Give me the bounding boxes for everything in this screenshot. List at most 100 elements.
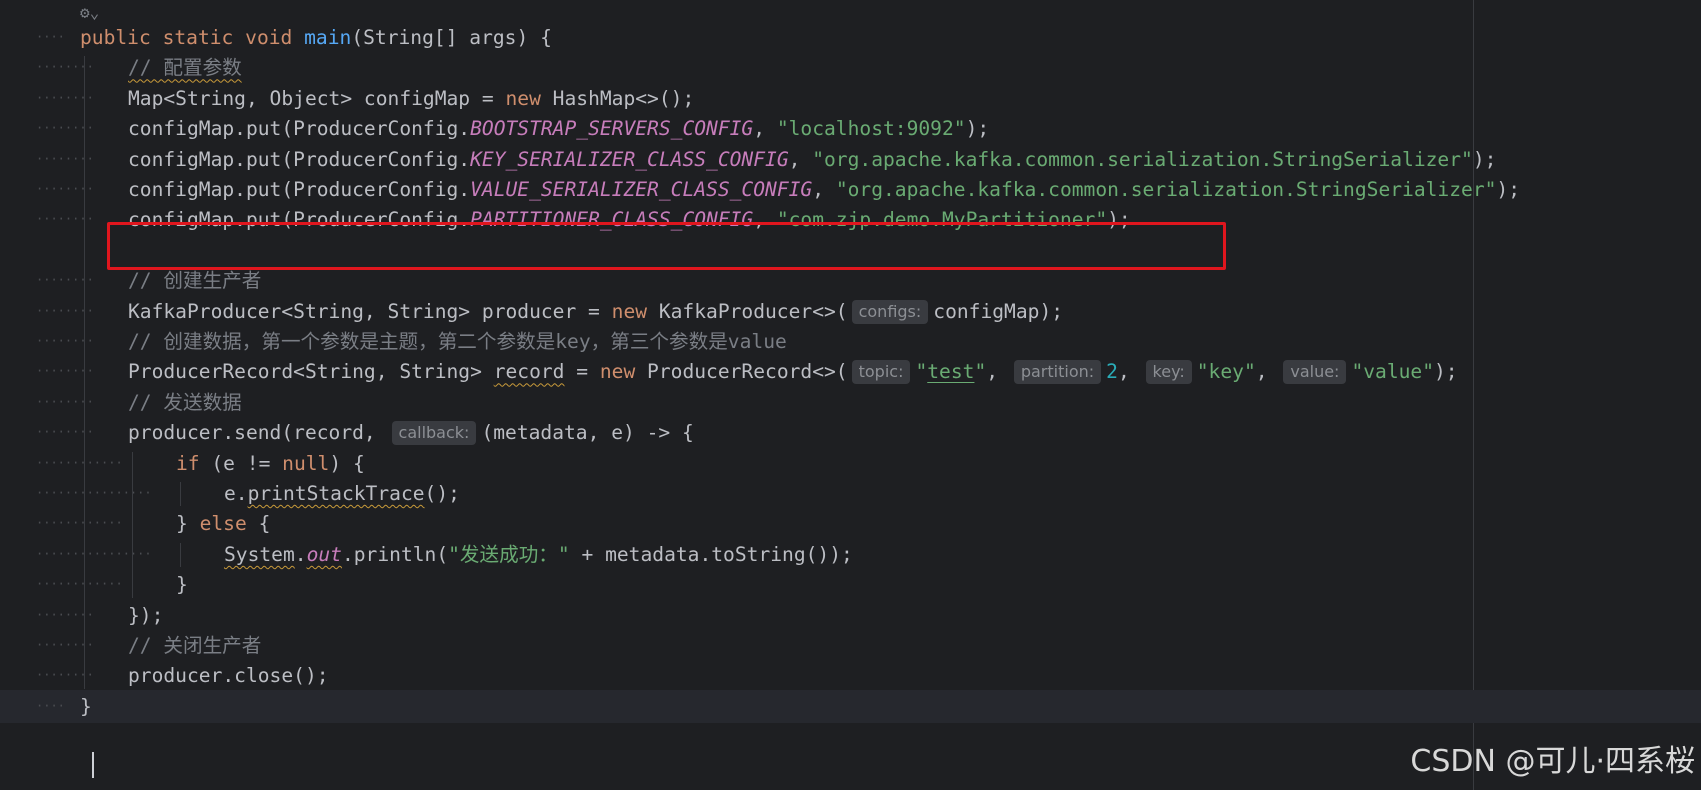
code-token: configMap);	[933, 299, 1064, 323]
code-token: "localhost:9092"	[776, 117, 966, 141]
code-token: // 配置参数	[128, 56, 242, 80]
code-token: else	[199, 512, 247, 536]
code-editor[interactable]: ⚙⌄ ···· public static void main(String[] …	[0, 0, 1701, 790]
parameter-hint: partition:	[1013, 360, 1102, 385]
indent-whitespace-dots: ········	[36, 364, 94, 379]
indent-whitespace-dots: ············	[36, 516, 123, 531]
code-token: configMap.put(ProducerConfig.	[128, 117, 471, 141]
watermark: CSDN @可儿·四系桜	[1410, 744, 1695, 779]
code-line[interactable]: ···· public static void main(String[] arg…	[0, 21, 1701, 54]
code-token: KafkaProducer<>(	[647, 299, 848, 323]
code-text: });	[128, 599, 163, 632]
code-line[interactable]: ········ producer.send(record, callback:(…	[0, 416, 1701, 449]
code-token: 2	[1106, 360, 1118, 384]
code-token: KafkaProducer<String, String> producer =	[128, 299, 612, 323]
code-token: HashMap<>();	[540, 86, 695, 110]
code-text: // 发送数据	[128, 386, 242, 419]
code-token: static	[162, 26, 234, 49]
code-token: // 发送数据	[128, 390, 242, 414]
indent-guide	[180, 482, 181, 507]
code-token: new	[599, 360, 636, 384]
code-text: if (e != null) {	[176, 447, 365, 480]
indent-guide	[180, 542, 181, 568]
code-text: configMap.put(ProducerConfig.BOOTSTRAP_S…	[128, 112, 989, 145]
indent-whitespace-dots: ········	[36, 638, 94, 652]
parameter-hint: topic:	[851, 360, 911, 385]
code-token: (e !=	[199, 451, 283, 475]
code-token: ,	[1255, 360, 1280, 384]
code-token: "	[974, 360, 987, 384]
indent-whitespace-dots: ····	[36, 30, 65, 44]
indent-whitespace-dots: ········	[36, 394, 94, 409]
code-line[interactable]: ················ System.out.println("发送成功…	[0, 538, 1701, 571]
code-text: }	[176, 568, 188, 601]
indent-guide	[132, 451, 133, 598]
code-line[interactable]: ················ e.printStackTrace();	[0, 477, 1701, 510]
code-line[interactable]: ········ producer.close();	[0, 659, 1701, 692]
indent-whitespace-dots: ········	[36, 425, 94, 440]
code-text: producer.send(record, callback: (metadata…	[128, 416, 694, 449]
code-token: (String[] args) {	[351, 26, 552, 49]
code-line[interactable]: ········ configMap.put(ProducerConfig.VAL…	[0, 173, 1701, 206]
code-token: .	[294, 542, 307, 566]
text-caret	[92, 752, 94, 778]
code-line[interactable]: ········ // 创建数据，第一个参数是主题，第二个参数是key，第三个参数…	[0, 325, 1701, 358]
code-token: }	[176, 512, 200, 536]
parameter-hint: value:	[1283, 360, 1347, 385]
indent-whitespace-dots: ················	[36, 546, 152, 561]
code-token: out	[306, 542, 342, 566]
code-line[interactable]: ········ ProducerRecord<String, String> r…	[0, 355, 1701, 388]
code-text: }	[80, 690, 92, 723]
code-token: void	[245, 26, 293, 49]
code-line[interactable]: ········ KafkaProducer<String, String> pr…	[0, 295, 1701, 328]
code-token: if	[176, 451, 200, 475]
code-line[interactable]: ········ configMap.put(ProducerConfig.BOO…	[0, 112, 1701, 145]
code-token: "org.apache.kafka.common.serialization.S…	[835, 178, 1497, 201]
code-text: configMap.put(ProducerConfig.VALUE_SERIA…	[128, 173, 1520, 206]
code-token: configMap.put(ProducerConfig.	[128, 178, 471, 201]
code-text: KafkaProducer<String, String> producer =…	[128, 295, 1063, 328]
code-line[interactable]: ········});	[0, 599, 1701, 632]
code-text: public static void main(String[] args) {	[80, 21, 552, 54]
code-token: KEY_SERIALIZER_CLASS_CONFIG	[470, 147, 789, 171]
code-token: "发送成功："	[448, 542, 570, 566]
code-token: "key"	[1196, 360, 1256, 384]
code-token: ) {	[329, 451, 365, 475]
code-token: // 创建数据，第一个参数是主题，第二个参数是key，第三个参数是value	[128, 330, 787, 353]
code-token: BOOTSTRAP_SERVERS_CONFIG	[470, 117, 754, 141]
indent-whitespace-dots: ········	[36, 334, 94, 348]
code-token: // 创建生产者	[128, 269, 262, 293]
code-token: ,	[1117, 360, 1142, 384]
code-text: Map<String, Object> configMap = new Hash…	[128, 82, 694, 115]
code-text: System.out.println("发送成功：" + metadata.to…	[224, 538, 853, 571]
parameter-hint: callback:	[391, 421, 477, 446]
code-line[interactable]: ········ // 配置参数	[0, 51, 1701, 84]
code-line[interactable]: ········ // 发送数据	[0, 386, 1701, 419]
code-text: e.printStackTrace();	[224, 477, 460, 510]
code-token: new	[505, 86, 541, 110]
indent-whitespace-dots: ················	[36, 486, 152, 500]
code-token: ,	[753, 117, 777, 141]
code-token: printStackTrace	[247, 482, 425, 505]
code-line[interactable]: ········ configMap.put(ProducerConfig.KEY…	[0, 143, 1701, 176]
code-line[interactable]: ············}	[0, 568, 1701, 601]
code-token: =	[564, 360, 600, 384]
code-token: );	[1496, 178, 1521, 201]
indent-whitespace-dots: ············	[36, 455, 123, 470]
code-line[interactable]: ········ Map<String, Object> configMap = …	[0, 82, 1701, 115]
code-token: ProducerRecord<String, String>	[128, 360, 494, 384]
indent-whitespace-dots: ········	[36, 668, 94, 683]
indent-whitespace-dots: ····	[36, 698, 65, 713]
code-token: );	[965, 117, 990, 141]
code-token: record	[493, 360, 565, 384]
code-line[interactable]: ········ // 关闭生产者	[0, 629, 1701, 662]
code-token: System	[224, 542, 295, 566]
code-token: ,	[788, 147, 813, 171]
code-token: public	[80, 26, 151, 49]
code-token: // 关闭生产者	[128, 634, 262, 657]
code-token: test	[927, 360, 975, 384]
code-line[interactable]: ····}	[0, 689, 1701, 723]
code-line[interactable]: ············ if (e != null) {	[0, 447, 1701, 480]
code-text: } else {	[176, 507, 270, 540]
code-line[interactable]: ············ } else {	[0, 507, 1701, 540]
